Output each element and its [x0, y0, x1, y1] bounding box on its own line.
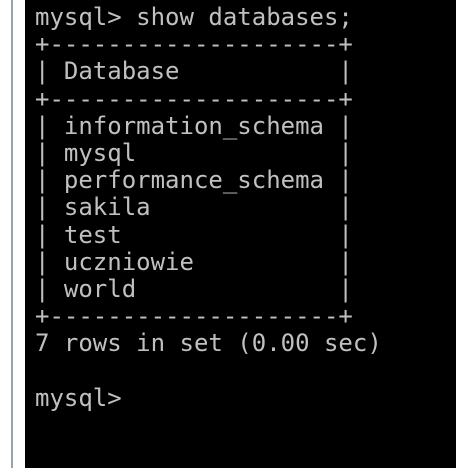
table-row: | performance_schema |: [35, 166, 353, 195]
terminal-window: mysql> show databases; +----------------…: [0, 0, 470, 468]
result-summary: 7 rows in set (0.00 sec): [35, 329, 382, 358]
table-row: | sakila |: [35, 193, 353, 222]
table-row: | mysql |: [35, 138, 353, 167]
table-border-top: +--------------------+: [35, 30, 353, 59]
frame-border-line: [11, 0, 13, 468]
table-header-row: | Database |: [35, 57, 353, 86]
table-row: | information_schema |: [35, 111, 353, 140]
mysql-console[interactable]: mysql> show databases; +----------------…: [25, 0, 456, 468]
table-border-bottom: +--------------------+: [35, 302, 353, 331]
prompt-line[interactable]: mysql>: [35, 384, 456, 412]
table-border-header: +--------------------+: [35, 84, 353, 113]
table-row: | world |: [35, 274, 353, 303]
left-window-frame: [0, 0, 14, 468]
table-row: | test |: [35, 220, 353, 249]
command-line: mysql> show databases;: [35, 3, 353, 31]
table-row: | uczniowie |: [35, 247, 353, 276]
right-window-margin: [456, 0, 470, 468]
